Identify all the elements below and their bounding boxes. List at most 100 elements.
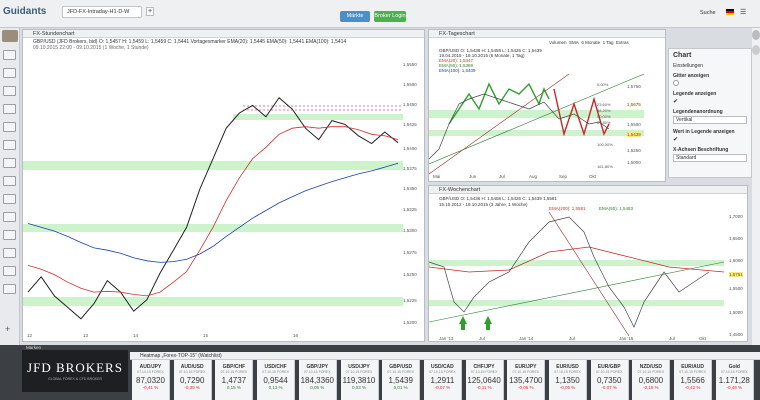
app-logo[interactable]: Guidants bbox=[3, 6, 46, 17]
tile-source: 07.10.15 FOREX bbox=[220, 370, 248, 374]
tile-value: 87,0320 bbox=[136, 376, 165, 385]
y-tick: 1,5325 bbox=[403, 207, 417, 212]
tile-source: 07.10.15 FOREX bbox=[303, 370, 331, 374]
tile-source: 07.10.15 FOREX bbox=[679, 370, 706, 374]
tile-change: 0,13 % bbox=[268, 385, 283, 390]
chart-settings-panel: Chart Einstellungen Gitter anzeigen Lege… bbox=[668, 48, 752, 178]
news-icon[interactable] bbox=[3, 104, 16, 114]
avatar[interactable] bbox=[752, 45, 760, 55]
grid-toggle[interactable] bbox=[673, 80, 679, 86]
hourly-chart-plot[interactable] bbox=[23, 52, 403, 334]
tile-change: -0,05 % bbox=[559, 385, 576, 390]
x-tick: Jan '15 bbox=[619, 336, 634, 341]
avatar[interactable] bbox=[752, 30, 760, 40]
x-tick: Okt bbox=[589, 174, 597, 179]
daily-chart-plot[interactable] bbox=[429, 74, 644, 174]
broker-banner[interactable]: JFD BROKERS GLOBAL FOREX & CFD BROKER bbox=[22, 350, 128, 392]
fib-label: 23,60% bbox=[597, 102, 611, 107]
chart-icon[interactable] bbox=[3, 86, 16, 96]
watchlist-tile[interactable]: GBP/JPY 07.10.15 FOREX 184,3360 0,05 % bbox=[298, 360, 337, 400]
watchlist-tile[interactable]: AUD/JPY 07.10.15 FOREX 87,0320 -0,41 % bbox=[132, 360, 170, 400]
language-flag-icon[interactable] bbox=[726, 9, 734, 15]
markets-button[interactable]: Märkte bbox=[340, 11, 370, 22]
tile-value: 1.171,28 bbox=[718, 376, 750, 385]
watchlist-tile[interactable]: GBP/USD 07.10.15 FOREX 1,5439 0,01 % bbox=[382, 360, 421, 400]
fib-label: 38,20% bbox=[597, 108, 611, 113]
tile-source: 07.10.15 FOREX bbox=[387, 370, 415, 374]
tile-value: 1,5566 bbox=[680, 376, 705, 385]
tile-value: 1,1350 bbox=[555, 376, 580, 385]
x-tick: 16 bbox=[293, 333, 299, 338]
interval-select[interactable]: 1 Tag bbox=[603, 40, 614, 45]
tile-change: -0,07 % bbox=[434, 385, 451, 390]
daily-chart-panel: FX-Tageschart Volumen SMA 6 Monate 1 Tag… bbox=[428, 29, 666, 182]
settings-icon[interactable] bbox=[3, 284, 16, 294]
tile-value: 0,7350 bbox=[596, 376, 622, 385]
legend-value-label: Wert in Legende anzeigen bbox=[673, 129, 735, 135]
watchlist-tile[interactable]: EUR/USD 07.10.15 FOREX 1,1350 -0,05 % bbox=[549, 360, 587, 400]
extras-button[interactable]: Extras bbox=[616, 40, 629, 45]
search-link[interactable]: Suche bbox=[700, 10, 716, 16]
last-price-badge: 1,5439 bbox=[627, 132, 641, 137]
sma-button[interactable]: SMA bbox=[569, 40, 579, 45]
volume-button[interactable]: Volumen bbox=[549, 40, 567, 45]
legend-position-select[interactable]: Vertikal bbox=[673, 116, 747, 124]
legend-checkbox[interactable]: ✔ bbox=[673, 98, 678, 105]
hourly-chart-panel: FX-Stundenchart GBP/USD (JFD Brokers, bi… bbox=[22, 29, 425, 342]
x-axis-select[interactable]: Standard bbox=[673, 154, 747, 162]
range-select[interactable]: 6 Monate bbox=[581, 40, 600, 45]
x-tick: Sep bbox=[559, 174, 568, 179]
y-tick: 1,5250 bbox=[403, 272, 417, 277]
watchlist-tile[interactable]: AUD/USD 07.10.15 FOREX 0,7290 -0,39 % bbox=[173, 360, 212, 400]
top-toolbar: Guidants JFD-FX-Intraday-H1-D-W + Märkte… bbox=[0, 0, 760, 28]
broker-icon[interactable] bbox=[3, 266, 16, 276]
calendar-icon[interactable] bbox=[3, 122, 16, 132]
watchlist-tile[interactable]: Gold 07.10.15 FOREX 1.171,28 -0,49 % bbox=[715, 360, 754, 400]
watchlist-tile[interactable]: CHF/JPY 07.10.15 FOREX 125,0640 -0,11 % bbox=[465, 360, 504, 400]
watchlist-tile[interactable]: GBP/CHF 07.10.15 FOREX 1,4737 0,15 % bbox=[215, 360, 254, 400]
y-tick: 1,4500 bbox=[729, 332, 743, 337]
community-icon[interactable] bbox=[3, 212, 16, 222]
watchlist-tile[interactable]: USD/CAD 07.10.15 FOREX 1,2911 -0,07 % bbox=[423, 360, 462, 400]
weekly-chart-panel: FX-Wochenchart GBP/USD O: 1,5436 H: 1,54… bbox=[428, 185, 748, 342]
watchlist-tile[interactable]: USD/JPY 07.10.15 FOREX 119,3810 0,03 % bbox=[340, 360, 379, 400]
tile-value: 125,0640 bbox=[467, 376, 501, 385]
tile-change: -0,39 % bbox=[184, 385, 200, 390]
watchlist-tile[interactable]: EUR/GBP 07.10.15 FOREX 0,7350 -0,07 % bbox=[590, 360, 629, 400]
tile-value: 1,2911 bbox=[430, 376, 455, 385]
watchlist-title: Heatmap „Forex-TOP-15“ (Watchlist) bbox=[130, 352, 760, 360]
watchlist-icon[interactable] bbox=[3, 68, 16, 78]
y-tick: 1,6000 bbox=[729, 258, 743, 263]
x-tick: Jun bbox=[469, 174, 477, 179]
tile-value: 135,4700 bbox=[509, 376, 543, 385]
x-tick: Jul bbox=[669, 336, 675, 341]
screener-icon[interactable] bbox=[3, 194, 16, 204]
y-tick: 1,5375 bbox=[403, 166, 417, 171]
weekly-chart-plot[interactable] bbox=[429, 212, 724, 336]
workspace-tab[interactable]: JFD-FX-Intraday-H1-D-W bbox=[62, 6, 142, 18]
x-tick: 12 bbox=[27, 333, 33, 338]
grid-label: Gitter anzeigen bbox=[673, 73, 710, 79]
watchlist-tile[interactable]: EUR/JPY 07.10.15 FOREX 135,4700 -0,06 % bbox=[507, 360, 546, 400]
broker-login-button[interactable]: Broker Login bbox=[374, 11, 406, 22]
forum-icon[interactable] bbox=[3, 230, 16, 240]
daily-toolbar: Volumen SMA 6 Monate 1 Tag Extras bbox=[549, 40, 629, 45]
right-panel-strip[interactable] bbox=[752, 28, 760, 370]
portfolio-icon[interactable] bbox=[3, 140, 16, 150]
y-tick: 1,5250 bbox=[627, 148, 641, 153]
brand-tagline: GLOBAL FOREX & CFD BROKER bbox=[47, 377, 103, 381]
add-tab-icon[interactable]: + bbox=[146, 7, 154, 16]
legend-value-checkbox[interactable]: ✔ bbox=[673, 136, 678, 143]
tile-source: 07.10.15 FOREX bbox=[262, 370, 289, 374]
alert-icon[interactable] bbox=[3, 158, 16, 168]
watchlist-tile[interactable]: EUR/AUD 07.10.15 FOREX 1,5566 -0,42 % bbox=[674, 360, 713, 400]
add-widget-icon[interactable]: + bbox=[5, 324, 10, 334]
watchlist-tile[interactable]: USD/CHF 07.10.15 FOREX 0,9544 0,13 % bbox=[257, 360, 296, 400]
tools-icon[interactable] bbox=[3, 248, 16, 258]
menu-icon[interactable]: ☰ bbox=[740, 8, 746, 16]
monitor-icon[interactable] bbox=[3, 50, 16, 60]
user-avatar[interactable] bbox=[2, 30, 18, 42]
watchlist-tile[interactable]: NZD/USD 07.10.15 FOREX 0,6800 -0,15 % bbox=[632, 360, 671, 400]
tile-source: 07.10.15 FOREX bbox=[554, 370, 581, 374]
table-icon[interactable] bbox=[3, 176, 16, 186]
